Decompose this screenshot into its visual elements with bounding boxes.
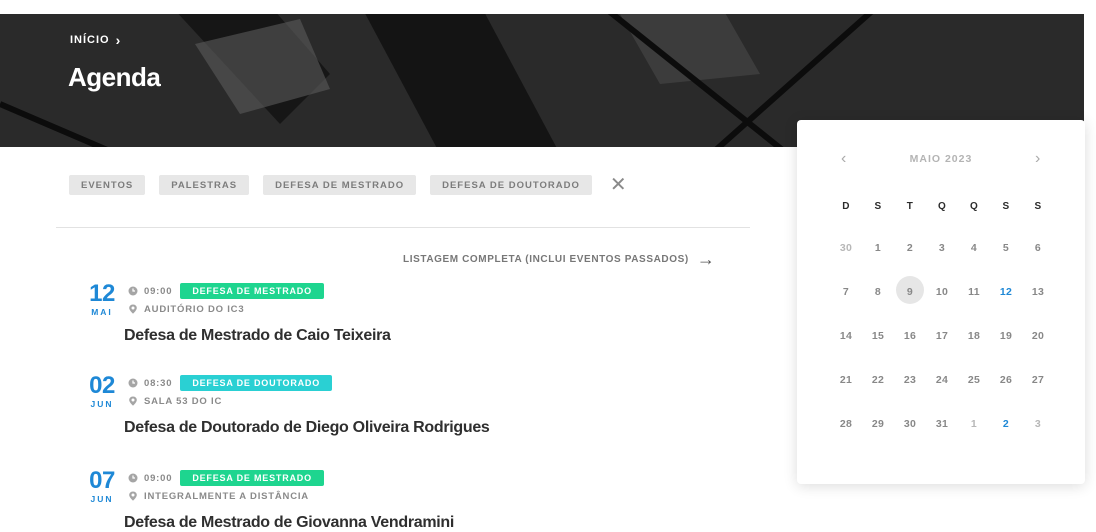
- page-title: Agenda: [68, 62, 161, 92]
- clock-icon: [128, 378, 138, 388]
- full-list-label: LISTAGEM COMPLETA (INCLUI EVENTOS PASSAD…: [403, 253, 689, 265]
- calendar-day: 1: [874, 242, 882, 254]
- calendar-day: 26: [999, 374, 1013, 386]
- event-location: SALA 53 DO IC: [144, 395, 223, 407]
- calendar-day: 28: [839, 418, 853, 430]
- calendar-week: 30 1 2 3 4 5 6: [830, 226, 1062, 270]
- calendar-day: 17: [935, 330, 949, 342]
- chevron-right-icon: ›: [115, 32, 122, 48]
- calendar-day: 3: [938, 242, 946, 254]
- calendar-week: 21 22 23 24 25 26 27: [830, 358, 1062, 402]
- event-category-tag[interactable]: DEFESA DE MESTRADO: [180, 470, 324, 486]
- event-meta: 09:00 DEFESA DE MESTRADO AUDITÓRIO DO IC…: [128, 283, 324, 317]
- calendar-day: 21: [839, 374, 853, 386]
- location-pin-icon: [129, 304, 137, 314]
- event-meta: 09:00 DEFESA DE MESTRADO INTEGRALMENTE A…: [128, 470, 324, 504]
- full-list-link[interactable]: LISTAGEM COMPLETA (INCLUI EVENTOS PASSAD…: [403, 250, 715, 268]
- event-meta: 08:30 DEFESA DE DOUTORADO SALA 53 DO IC: [128, 375, 333, 409]
- event-time: 08:30: [144, 377, 173, 389]
- calendar-day-other-month: 1: [970, 418, 978, 430]
- calendar-day: 11: [968, 286, 980, 298]
- calendar-day: 20: [1031, 330, 1045, 342]
- calendar-day: 23: [903, 374, 917, 386]
- event-day: 07: [89, 467, 115, 494]
- weekday-label: T: [906, 201, 914, 212]
- calendar-day: 13: [1031, 286, 1045, 298]
- calendar-day-today: 9: [894, 276, 926, 304]
- calendar-day: 4: [970, 242, 978, 254]
- calendar-day-other-month: 3: [1034, 418, 1042, 430]
- calendar-widget: ‹ MAIO 2023 › D S T Q Q S S 30 1 2 3 4 5…: [797, 120, 1085, 484]
- calendar-day-with-event[interactable]: 12: [990, 280, 1022, 304]
- calendar-week: 14 15 16 17 18 19 20: [830, 314, 1062, 358]
- calendar-header: ‹ MAIO 2023 ›: [797, 150, 1085, 170]
- event-day: 12: [89, 280, 115, 307]
- chevron-right-icon[interactable]: ›: [1035, 150, 1040, 168]
- calendar-day: 2: [906, 242, 914, 254]
- event-date: 12 MAI: [82, 280, 122, 318]
- calendar-day: 24: [935, 374, 949, 386]
- calendar-month-label: MAIO 2023: [909, 153, 973, 165]
- event-month: JUN: [90, 399, 114, 409]
- event-title-link[interactable]: Defesa de Mestrado de Caio Teixeira: [124, 327, 391, 345]
- breadcrumb[interactable]: INÍCIO ›: [70, 32, 121, 48]
- location-pin-icon: [129, 396, 137, 406]
- event-date: 02 JUN: [82, 372, 122, 410]
- event-month: MAI: [91, 307, 113, 317]
- divider: [56, 227, 750, 228]
- calendar-weekdays: D S T Q Q S S: [830, 188, 1062, 226]
- event-location: INTEGRALMENTE A DISTÂNCIA: [144, 490, 309, 502]
- event-category-tag[interactable]: DEFESA DE MESTRADO: [180, 283, 324, 299]
- calendar-day: 18: [967, 330, 981, 342]
- calendar-day: 16: [903, 330, 917, 342]
- clock-icon: [128, 473, 138, 483]
- weekday-label: S: [874, 201, 882, 212]
- filter-chip-defesa-mestrado[interactable]: DEFESA DE MESTRADO: [263, 175, 417, 195]
- weekday-label: S: [1034, 201, 1042, 212]
- calendar-day: 14: [839, 330, 853, 342]
- calendar-day: 27: [1031, 374, 1045, 386]
- event-time: 09:00: [144, 472, 173, 484]
- category-filters: EVENTOS PALESTRAS DEFESA DE MESTRADO DEF…: [69, 175, 627, 195]
- breadcrumb-home-link[interactable]: INÍCIO: [70, 34, 110, 46]
- event-month: JUN: [90, 494, 114, 504]
- event-title-link[interactable]: Defesa de Doutorado de Diego Oliveira Ro…: [124, 419, 490, 437]
- calendar-day: 6: [1034, 242, 1042, 254]
- calendar-day: 8: [874, 286, 882, 298]
- calendar-day-with-event[interactable]: 2: [990, 412, 1022, 436]
- calendar-day: 19: [999, 330, 1013, 342]
- calendar-day: 30: [903, 418, 917, 430]
- arrow-right-icon: →: [696, 249, 716, 269]
- calendar-week: 7 8 9 10 11 12 13: [830, 270, 1062, 314]
- location-pin-icon: [129, 491, 137, 501]
- calendar-day-other-month: 30: [839, 242, 853, 254]
- calendar-day: 29: [871, 418, 885, 430]
- filter-chip-eventos[interactable]: EVENTOS: [69, 175, 146, 195]
- filter-chip-palestras[interactable]: PALESTRAS: [159, 175, 250, 195]
- calendar-day: 31: [935, 418, 949, 430]
- calendar-grid: D S T Q Q S S 30 1 2 3 4 5 6 7 8 9 10 11…: [830, 188, 1062, 446]
- weekday-label: Q: [937, 201, 947, 212]
- event-category-tag[interactable]: DEFESA DE DOUTORADO: [180, 375, 333, 391]
- calendar-week: 28 29 30 31 1 2 3: [830, 402, 1062, 446]
- calendar-day: 22: [871, 374, 885, 386]
- calendar-day: 7: [842, 286, 850, 298]
- event-day: 02: [89, 372, 115, 399]
- calendar-day: 5: [1002, 242, 1010, 254]
- clear-filters-close-icon[interactable]: ✕: [610, 175, 627, 195]
- weekday-label: D: [842, 201, 850, 212]
- clock-icon: [128, 286, 138, 296]
- event-title-link[interactable]: Defesa de Mestrado de Giovanna Vendramin…: [124, 514, 454, 532]
- calendar-day: 15: [871, 330, 885, 342]
- weekday-label: Q: [969, 201, 979, 212]
- event-time: 09:00: [144, 285, 173, 297]
- event-location: AUDITÓRIO DO IC3: [144, 303, 245, 315]
- filter-chip-defesa-doutorado[interactable]: DEFESA DE DOUTORADO: [430, 175, 592, 195]
- calendar-day: 25: [967, 374, 981, 386]
- weekday-label: S: [1002, 201, 1010, 212]
- calendar-day: 10: [935, 286, 949, 298]
- event-date: 07 JUN: [82, 467, 122, 505]
